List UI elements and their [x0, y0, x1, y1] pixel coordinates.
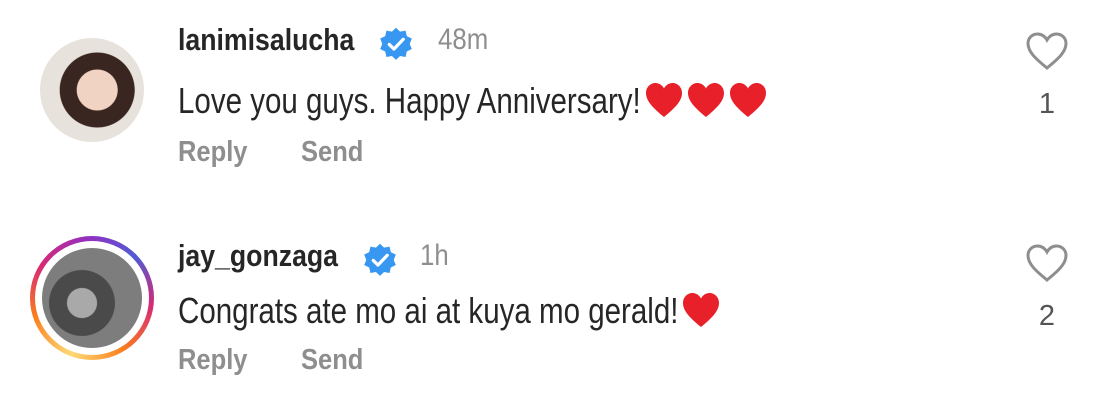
comment-time: 48m: [438, 23, 489, 56]
emoji-group: [680, 290, 722, 330]
like-count: 1: [1038, 88, 1056, 120]
comment-actions: Reply Send: [178, 344, 372, 377]
red-heart-emoji: [683, 293, 720, 327]
avatar-wrapper[interactable]: [40, 38, 144, 142]
heart-outline-icon[interactable]: [1024, 30, 1070, 72]
comment-actions: Reply Send: [178, 136, 372, 169]
like-count: 2: [1038, 300, 1056, 332]
emoji-group: [643, 80, 769, 120]
red-heart-emoji: [645, 83, 682, 117]
red-heart-emoji: [687, 83, 724, 117]
reply-button[interactable]: Reply: [178, 136, 248, 169]
comment-username[interactable]: lanimisalucha: [178, 22, 354, 58]
reply-button[interactable]: Reply: [178, 344, 248, 377]
verified-badge-icon: [380, 27, 412, 60]
comment-text: Congrats ate mo ai at kuya mo gerald!: [178, 290, 679, 331]
send-button[interactable]: Send: [301, 344, 363, 377]
comment-item: lanimisalucha 48m Love you guys. Happy A…: [0, 0, 1120, 200]
comment-item: jay_gonzaga 1h Congrats ate mo ai at kuy…: [0, 208, 1120, 408]
comment-username[interactable]: jay_gonzaga: [178, 238, 338, 274]
avatar[interactable]: [42, 248, 142, 348]
red-heart-emoji: [729, 83, 766, 117]
heart-outline-icon[interactable]: [1024, 242, 1070, 284]
verified-badge-icon: [364, 243, 396, 276]
avatar[interactable]: [40, 38, 144, 142]
send-button[interactable]: Send: [301, 136, 363, 169]
story-ring[interactable]: [30, 236, 154, 360]
comment-text: Love you guys. Happy Anniversary!: [178, 80, 641, 121]
comment-time: 1h: [420, 239, 449, 272]
